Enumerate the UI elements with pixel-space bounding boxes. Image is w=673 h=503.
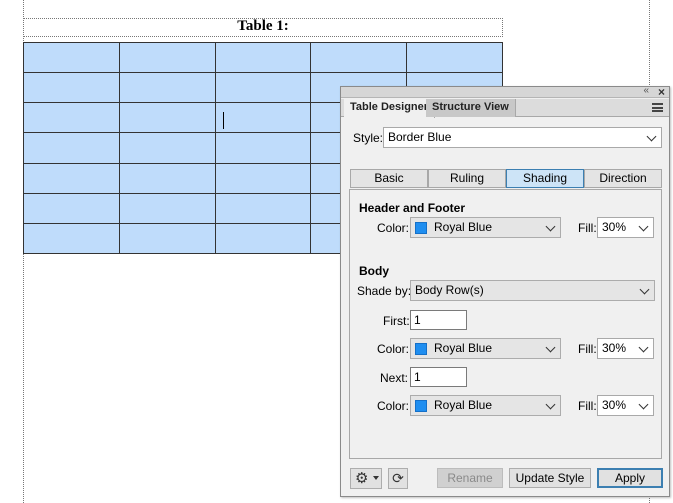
table-cell[interactable] (118, 162, 216, 194)
chevron-down-icon (646, 131, 657, 142)
shade-by-select[interactable]: Body Row(s) (410, 280, 655, 301)
header-footer-color-label: Color: (377, 221, 410, 235)
style-select[interactable]: Border Blue (383, 127, 662, 148)
table-cell[interactable] (406, 41, 503, 74)
table-title: Table 1: (237, 18, 289, 34)
table-cell[interactable] (118, 72, 216, 104)
shade-by-value: Body Row(s) (415, 283, 484, 297)
table-cell[interactable] (23, 222, 120, 255)
table-cell[interactable] (23, 41, 120, 74)
caret-down-icon (373, 476, 379, 480)
tab-shading[interactable]: Shading (506, 169, 584, 188)
table-cell[interactable] (214, 72, 312, 104)
chevron-down-icon (639, 284, 650, 295)
table-cell[interactable] (23, 132, 120, 164)
first-input[interactable]: 1 (410, 310, 467, 330)
header-footer-color-select[interactable]: Royal Blue (410, 217, 561, 238)
first-fill-value: 30% (602, 341, 627, 355)
table-cell[interactable] (23, 162, 120, 194)
first-fill-select[interactable]: 30% (597, 338, 654, 359)
header-footer-fill-select[interactable]: 30% (597, 217, 654, 238)
next-color-label: Color: (377, 399, 410, 413)
chevron-down-icon (638, 399, 649, 410)
update-style-button[interactable]: Update Style (509, 468, 591, 488)
table-cell[interactable] (214, 132, 312, 164)
first-color-value: Royal Blue (434, 341, 493, 355)
table-title-frame[interactable]: Table 1: (23, 18, 503, 37)
hamburger-menu-icon[interactable] (652, 103, 663, 112)
chevron-down-icon (638, 342, 649, 353)
tab-direction[interactable]: Direction (584, 169, 662, 188)
header-footer-fill-value: 30% (602, 220, 627, 234)
body-heading: Body (359, 264, 389, 278)
tab-ruling[interactable]: Ruling (428, 169, 506, 188)
panel-titlebar[interactable]: « × (341, 84, 669, 99)
style-tab-bar: Basic Ruling Shading Direction (350, 169, 662, 188)
table-designer-panel: « × Table Designer Structure View Style:… (340, 84, 670, 497)
gear-icon: ⚙ (355, 470, 369, 487)
apply-button[interactable]: Apply (597, 468, 663, 488)
tab-basic[interactable]: Basic (350, 169, 428, 188)
chevron-down-icon (638, 221, 649, 232)
table-cell[interactable] (310, 41, 408, 74)
next-fill-value: 30% (602, 398, 627, 412)
shading-settings-group: Header and Footer Color: Royal Blue Fill… (349, 189, 662, 459)
first-color-select[interactable]: Royal Blue (410, 338, 561, 359)
refresh-button[interactable]: ⟳ (388, 468, 408, 489)
table-cell[interactable] (214, 222, 312, 255)
table-row (23, 41, 503, 74)
panel-tab-bar: Table Designer Structure View (341, 99, 669, 118)
refresh-icon: ⟳ (392, 470, 404, 486)
header-footer-fill-label: Fill: (578, 221, 597, 235)
table-cell[interactable] (23, 102, 120, 134)
table-cell[interactable] (118, 222, 216, 255)
color-swatch (415, 400, 427, 412)
first-label: First: (383, 314, 410, 328)
shade-by-label: Shade by: (357, 284, 412, 298)
table-cell[interactable] (214, 162, 312, 194)
header-footer-heading: Header and Footer (359, 201, 466, 215)
table-cell[interactable] (214, 192, 312, 224)
table-cell[interactable] (118, 132, 216, 164)
table-cell[interactable] (23, 72, 120, 104)
first-color-label: Color: (377, 342, 410, 356)
color-swatch (415, 222, 427, 234)
chevron-down-icon (545, 399, 556, 410)
table-cell[interactable] (118, 102, 216, 134)
header-footer-color-value: Royal Blue (434, 220, 493, 234)
table-cell[interactable] (118, 41, 216, 74)
next-color-select[interactable]: Royal Blue (410, 395, 561, 416)
rename-button[interactable]: Rename (437, 468, 503, 488)
table-cell[interactable] (23, 192, 120, 224)
next-label: Next: (380, 371, 409, 385)
next-fill-select[interactable]: 30% (597, 395, 654, 416)
next-fill-label: Fill: (578, 399, 597, 413)
style-select-value: Border Blue (388, 130, 452, 144)
tab-structure-view[interactable]: Structure View (426, 99, 516, 117)
tab-table-designer[interactable]: Table Designer (344, 99, 436, 118)
style-label: Style: (353, 131, 384, 145)
next-input[interactable]: 1 (410, 367, 467, 387)
settings-menu-button[interactable]: ⚙ (350, 468, 382, 489)
first-fill-label: Fill: (578, 342, 597, 356)
table-cell[interactable] (118, 192, 216, 224)
double-chevron-left-icon[interactable]: « (643, 84, 649, 98)
table-cell[interactable] (214, 102, 312, 134)
chevron-down-icon (545, 342, 556, 353)
table-cell[interactable] (214, 41, 312, 74)
chevron-down-icon (545, 221, 556, 232)
color-swatch (415, 343, 427, 355)
text-cursor (223, 112, 224, 129)
close-icon[interactable]: × (658, 85, 665, 99)
next-color-value: Royal Blue (434, 398, 493, 412)
